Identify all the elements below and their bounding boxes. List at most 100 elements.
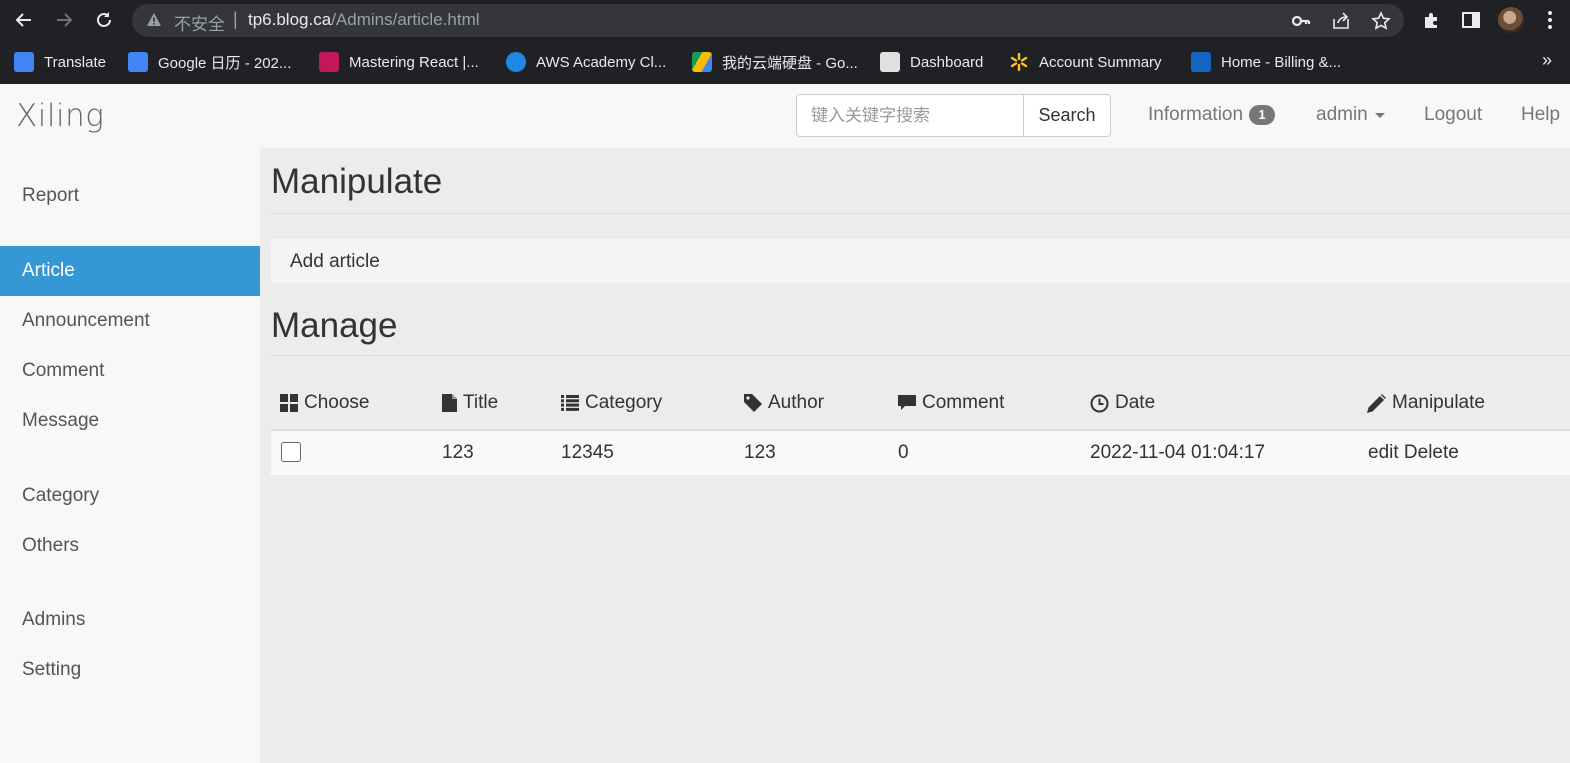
column-author: Author bbox=[744, 392, 824, 414]
column-label: Choose bbox=[304, 392, 370, 413]
bookmark-label: 我的云端硬盘 - Go... bbox=[722, 54, 858, 72]
main-content: Manipulate Add article Manage Choose Tit… bbox=[260, 148, 1570, 763]
bookmark-google-drive[interactable]: 我的云端硬盘 - Go... bbox=[692, 51, 858, 73]
sidebar-item-report[interactable]: Report bbox=[0, 171, 260, 221]
sidebar-item-message[interactable]: Message bbox=[0, 396, 260, 446]
cloud-icon bbox=[506, 52, 526, 72]
bookmark-label: Google 日历 - 202... bbox=[158, 54, 292, 72]
information-link[interactable]: Information 1 bbox=[1148, 104, 1276, 126]
column-label: Manipulate bbox=[1392, 392, 1485, 413]
cell-actions: edit Delete bbox=[1368, 442, 1459, 464]
sidebar-item-article[interactable]: Article bbox=[0, 246, 260, 296]
react-course-icon bbox=[319, 52, 339, 72]
menu-kebab-icon[interactable] bbox=[1538, 8, 1562, 32]
bookmark-star-icon[interactable] bbox=[1370, 10, 1392, 32]
brand-logo[interactable]: Xiling bbox=[16, 98, 104, 134]
column-manipulate: Manipulate bbox=[1367, 392, 1485, 414]
url-host: tp6.blog.ca bbox=[248, 10, 332, 29]
column-date: Date bbox=[1090, 392, 1155, 414]
list-icon bbox=[561, 395, 579, 411]
search-input[interactable] bbox=[796, 94, 1024, 137]
bookmark-mastering-react[interactable]: Mastering React |... bbox=[319, 51, 479, 73]
delete-link[interactable]: Delete bbox=[1404, 442, 1459, 463]
bookmark-label: Mastering React |... bbox=[349, 53, 479, 71]
browser-chrome: 不安全 | tp6.blog.ca/Admins/article.html Tr… bbox=[0, 0, 1570, 84]
sidebar-item-comment[interactable]: Comment bbox=[0, 346, 260, 396]
side-panel-icon[interactable] bbox=[1459, 8, 1483, 32]
title-divider bbox=[271, 213, 1570, 214]
notification-badge: 1 bbox=[1249, 105, 1276, 125]
table-row: 123 12345 123 0 2022-11-04 01:04:17 edit… bbox=[271, 431, 1570, 475]
drive-icon bbox=[692, 52, 712, 72]
bookmark-billing-home[interactable]: Home - Billing &... bbox=[1191, 51, 1341, 73]
add-article-link[interactable]: Add article bbox=[290, 251, 380, 273]
column-title: Title bbox=[442, 392, 498, 414]
comment-icon bbox=[898, 395, 916, 410]
bookmark-label: Translate bbox=[44, 53, 106, 71]
dashboard-icon bbox=[880, 52, 900, 72]
column-label: Author bbox=[768, 392, 824, 413]
share-icon[interactable] bbox=[1330, 10, 1352, 32]
billing-icon bbox=[1191, 52, 1211, 72]
bookmark-account-summary[interactable]: Account Summary bbox=[1009, 51, 1162, 73]
column-label: Comment bbox=[922, 392, 1005, 413]
column-label: Category bbox=[585, 392, 663, 413]
url-separator: | bbox=[233, 9, 238, 29]
information-label: Information bbox=[1148, 104, 1244, 125]
column-category: Category bbox=[561, 392, 662, 414]
section-title: Manage bbox=[271, 306, 398, 345]
bookmark-label: Home - Billing &... bbox=[1221, 53, 1342, 71]
sidebar-item-others[interactable]: Others bbox=[0, 521, 260, 571]
caret-down-icon bbox=[1374, 112, 1385, 118]
user-name: admin bbox=[1316, 104, 1368, 125]
column-label: Title bbox=[463, 392, 499, 413]
page-title: Manipulate bbox=[271, 162, 443, 201]
key-icon[interactable] bbox=[1290, 10, 1312, 32]
extensions-icon[interactable] bbox=[1420, 8, 1444, 32]
help-link[interactable]: Help bbox=[1521, 104, 1560, 126]
pencil-icon bbox=[1367, 393, 1386, 413]
bookmark-label: Account Summary bbox=[1039, 53, 1162, 71]
bookmark-google-calendar[interactable]: Google 日历 - 202... bbox=[128, 51, 291, 73]
cell-category: 12345 bbox=[561, 442, 614, 463]
bookmarks-overflow[interactable]: » bbox=[1542, 50, 1552, 71]
column-label: Date bbox=[1115, 392, 1156, 413]
calendar-icon bbox=[128, 52, 148, 72]
cell-author: 123 bbox=[744, 442, 776, 463]
bookmark-label: AWS Academy Cl... bbox=[536, 53, 667, 71]
row-checkbox[interactable] bbox=[281, 442, 301, 462]
logout-link[interactable]: Logout bbox=[1424, 104, 1482, 126]
file-icon bbox=[442, 394, 457, 412]
bookmarks-bar: Translate Google 日历 - 202... Mastering R… bbox=[0, 44, 1570, 80]
back-icon[interactable] bbox=[10, 6, 38, 34]
spark-icon bbox=[1009, 52, 1029, 72]
sidebar-item-setting[interactable]: Setting bbox=[0, 645, 260, 695]
warning-icon[interactable] bbox=[146, 12, 162, 33]
url-text: tp6.blog.ca/Admins/article.html bbox=[248, 10, 480, 30]
insecure-label: 不安全 bbox=[174, 15, 225, 34]
action-bar: Add article bbox=[271, 239, 1570, 283]
bookmark-aws-academy[interactable]: AWS Academy Cl... bbox=[506, 51, 666, 73]
column-comment: Comment bbox=[898, 392, 1004, 414]
bookmark-translate[interactable]: Translate bbox=[14, 51, 106, 73]
sidebar-item-announcement[interactable]: Announcement bbox=[0, 296, 260, 346]
forward-icon[interactable] bbox=[50, 6, 78, 34]
clock-icon bbox=[1090, 394, 1109, 412]
cell-date: 2022-11-04 01:04:17 bbox=[1090, 442, 1266, 463]
cell-comment: 0 bbox=[898, 442, 909, 463]
section-divider bbox=[271, 355, 1570, 356]
profile-avatar[interactable] bbox=[1498, 7, 1524, 33]
column-choose: Choose bbox=[280, 392, 370, 414]
search-button[interactable]: Search bbox=[1023, 94, 1111, 137]
app-navbar: Xiling Search Information 1 admin Logout… bbox=[0, 84, 1570, 148]
edit-link[interactable]: edit bbox=[1368, 442, 1399, 463]
sidebar-item-admins[interactable]: Admins bbox=[0, 595, 260, 645]
grid-icon bbox=[280, 394, 298, 412]
user-dropdown[interactable]: admin bbox=[1316, 104, 1385, 126]
translate-icon bbox=[14, 52, 34, 72]
reload-icon[interactable] bbox=[90, 6, 118, 34]
sidebar-item-category[interactable]: Category bbox=[0, 471, 260, 521]
bookmark-dashboard[interactable]: Dashboard bbox=[880, 51, 983, 73]
tag-icon bbox=[744, 394, 762, 412]
address-bar[interactable]: 不安全 | tp6.blog.ca/Admins/article.html bbox=[132, 4, 1404, 37]
